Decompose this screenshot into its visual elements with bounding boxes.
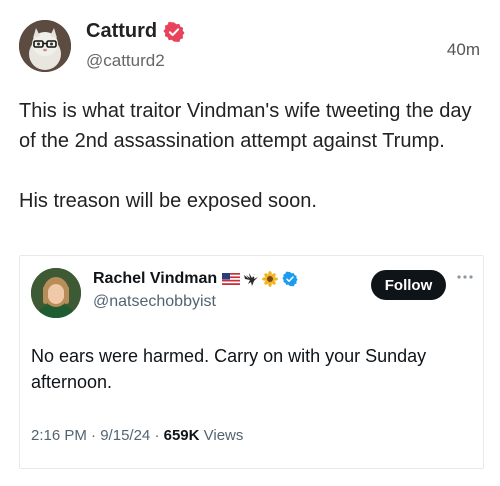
meta-separator: · <box>154 427 160 444</box>
embedded-tweet-card[interactable]: Rachel Vindman @natsechobbyist Follow No… <box>19 255 484 469</box>
verified-badge-icon <box>282 271 298 287</box>
embedded-author-avatar[interactable] <box>31 268 81 318</box>
post-paragraph: This is what traitor Vindman's wife twee… <box>19 100 472 152</box>
eagle-icon <box>244 272 259 286</box>
embedded-tweet-meta: 2:16 PM · 9/15/24 · 659K Views <box>31 427 243 444</box>
more-options-icon[interactable] <box>455 272 475 282</box>
author-name[interactable]: Catturd <box>86 20 157 43</box>
embedded-tweet-text: No ears were harmed. Carry on with your … <box>31 346 427 392</box>
author-handle[interactable]: @catturd2 <box>86 51 165 71</box>
sunflower-icon <box>262 271 279 287</box>
post-timestamp[interactable]: 40m <box>447 40 480 60</box>
verified-badge-icon <box>163 21 185 42</box>
author-avatar[interactable] <box>19 20 71 72</box>
name-emojis <box>222 271 298 287</box>
views-count: 659K <box>163 427 200 444</box>
tweet-date[interactable]: 9/15/24 <box>100 427 150 444</box>
meta-separator: · <box>91 427 97 444</box>
embedded-author-handle[interactable]: @natsechobbyist <box>93 293 216 311</box>
follow-button[interactable]: Follow <box>371 270 446 300</box>
us-flag-icon <box>222 273 241 285</box>
social-post: Catturd @catturd2 40m This is what trait… <box>0 0 500 486</box>
post-paragraph: His treason will be exposed soon. <box>19 190 317 212</box>
author-name-row: Catturd <box>86 20 185 43</box>
post-body: This is what traitor Vindman's wife twee… <box>19 96 481 216</box>
views-label: Views <box>203 427 244 444</box>
embedded-author-name[interactable]: Rachel Vindman <box>93 270 217 288</box>
tweet-time[interactable]: 2:16 PM <box>31 427 87 444</box>
embedded-name-row: Rachel Vindman <box>93 270 298 288</box>
